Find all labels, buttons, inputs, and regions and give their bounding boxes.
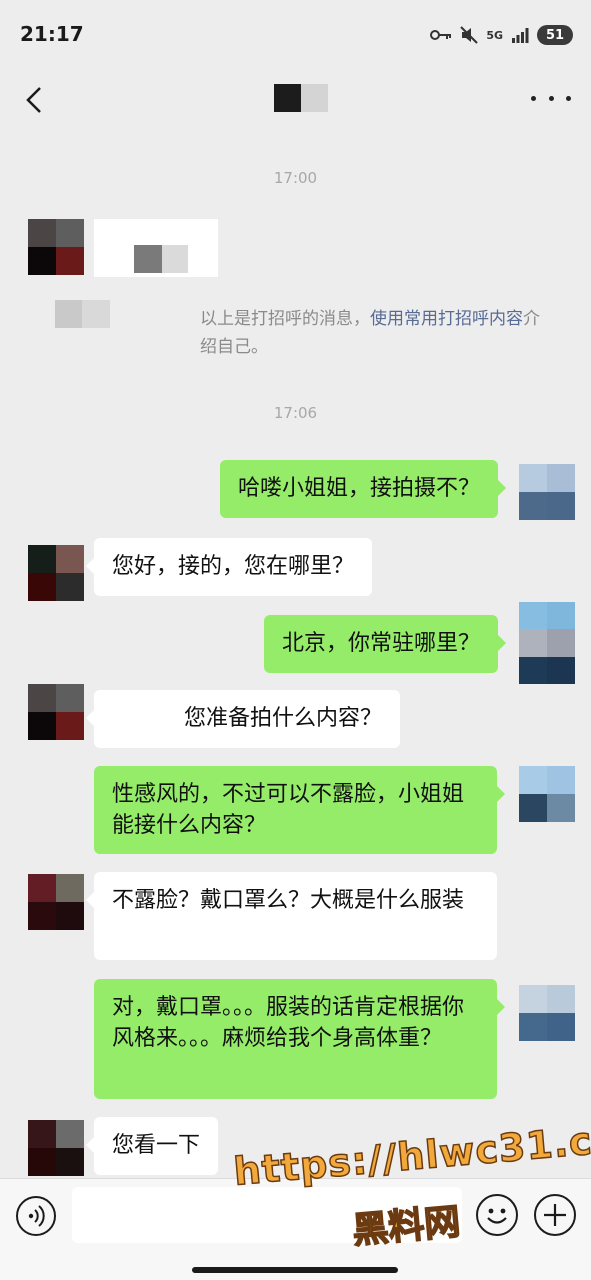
contact-name-redacted: [274, 84, 330, 112]
more-functions-button[interactable]: [534, 1194, 576, 1236]
input-bar: [0, 1178, 591, 1280]
voice-input-button[interactable]: [16, 1196, 56, 1236]
redacted-name-part: [82, 300, 110, 328]
message-bubble-received[interactable]: 您好，接的，您在哪里？: [85, 538, 373, 596]
message-bubble-received[interactable]: 您准备拍什么内容？: [85, 690, 401, 748]
contact-avatar[interactable]: [28, 545, 84, 601]
mute-icon: [460, 26, 479, 44]
timestamp: 17:06: [273, 404, 318, 422]
system-note-text: 以上是打招呼的消息，: [200, 309, 370, 329]
network-label: 5G: [486, 28, 503, 42]
key-icon: [430, 30, 452, 40]
message-bubble-received[interactable]: 不露脸？戴口罩么？大概是什么服装: [86, 872, 497, 960]
message-bubble-sent[interactable]: 性感风的，不过可以不露脸，小姐姐能接什么内容？: [94, 766, 505, 854]
battery-indicator: 51: [537, 25, 573, 45]
chevron-left-icon: [26, 87, 41, 113]
message-bubble-sent[interactable]: 北京，你常驻哪里？: [263, 615, 507, 673]
plus-icon: [544, 1204, 566, 1226]
my-avatar[interactable]: [519, 464, 575, 520]
voice-icon: [28, 1205, 45, 1227]
emoji-button[interactable]: [476, 1194, 518, 1236]
greeting-system-note: 以上是打招呼的消息，使用常用打招呼内容介绍自己。: [200, 305, 550, 361]
message-bubble-received[interactable]: 您看一下: [85, 1117, 219, 1175]
back-button[interactable]: [18, 82, 54, 118]
redacted-message: [94, 219, 218, 277]
status-bar: 21:17 5G 51: [0, 0, 591, 70]
contact-avatar[interactable]: [28, 1120, 84, 1176]
signal-icon: [512, 28, 529, 43]
common-greeting-link[interactable]: 使用常用打招呼内容: [370, 309, 523, 329]
watermark-name: 黑料网: [350, 1201, 463, 1253]
status-icons: 5G 51: [430, 24, 573, 46]
contact-avatar[interactable]: [28, 219, 84, 275]
nav-bar: [0, 70, 591, 132]
message-bubble-sent[interactable]: 哈喽小姐姐，接拍摄不？: [219, 460, 507, 518]
status-time: 21:17: [20, 22, 84, 46]
timestamp: 17:00: [273, 169, 318, 187]
contact-avatar[interactable]: [28, 684, 84, 740]
contact-avatar[interactable]: [28, 874, 84, 930]
more-options-button[interactable]: [531, 84, 571, 112]
home-indicator: [192, 1267, 398, 1273]
my-avatar[interactable]: [519, 602, 575, 684]
my-avatar[interactable]: [519, 766, 575, 822]
emoji-icon: [487, 1208, 507, 1224]
my-avatar[interactable]: [519, 985, 575, 1041]
message-bubble-sent[interactable]: 对，戴口罩。。。服装的话肯定根据你风格来。。。麻烦给我个身高体重？: [94, 979, 505, 1099]
